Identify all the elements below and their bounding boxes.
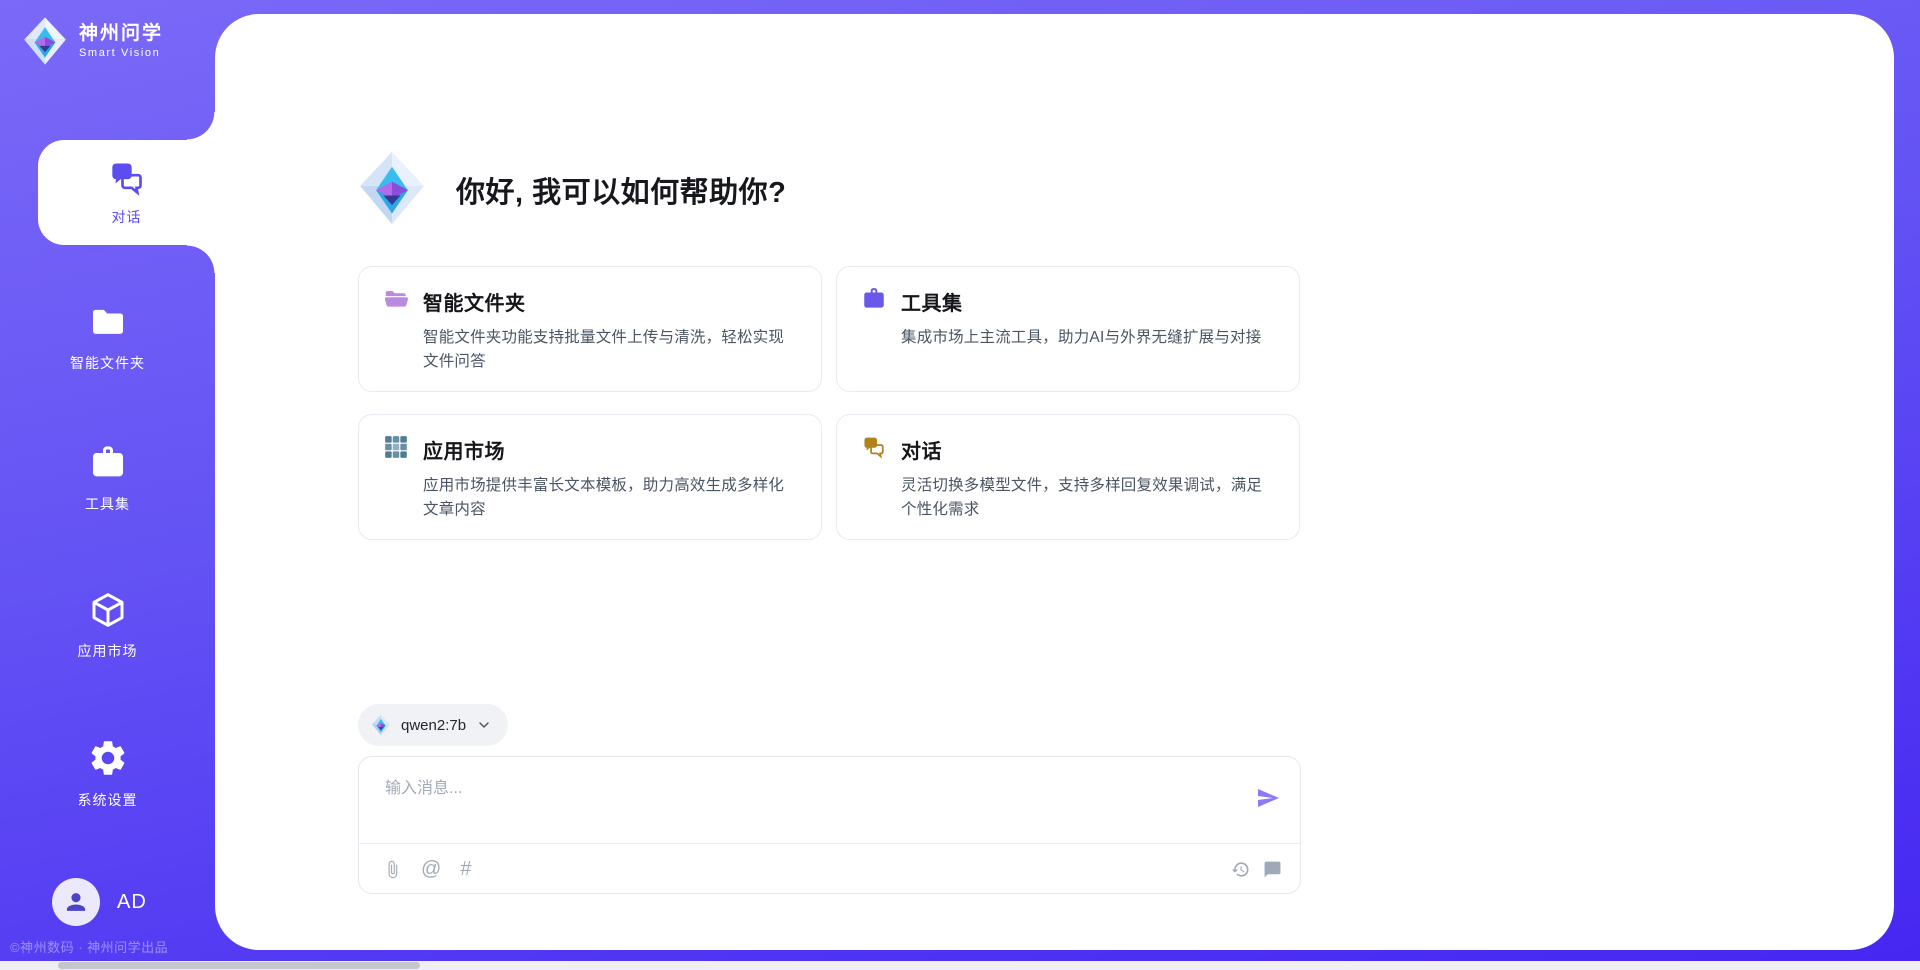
sidebar-item-label: 对话: [112, 207, 142, 227]
sidebar-item-label: 工具集: [85, 494, 130, 514]
folder-open-icon: [383, 286, 409, 317]
sidebar-item-smart-folder[interactable]: 智能文件夹: [0, 302, 215, 373]
card-description: 灵活切换多模型文件，支持多样回复效果调试，满足个性化需求: [901, 474, 1275, 522]
paperclip-icon[interactable]: [383, 860, 402, 879]
briefcase-icon: [88, 443, 128, 483]
app-logo-icon: [358, 144, 426, 237]
app-window: 神州问学 Smart Vision 对话 智能文件夹: [0, 0, 1920, 970]
app-logo: 神州问学 Smart Vision: [22, 16, 163, 66]
card-title: 工具集: [901, 287, 963, 316]
chat-bubble-icon[interactable]: [1263, 860, 1282, 879]
sidebar-item-app-market[interactable]: 应用市场: [0, 590, 215, 661]
greeting-title: 你好, 我可以如何帮助你?: [456, 169, 786, 211]
card-toolset[interactable]: 工具集 集成市场上主流工具，助力AI与外界无缝扩展与对接: [836, 266, 1300, 392]
folder-icon: [88, 302, 128, 342]
card-smart-folder[interactable]: 智能文件夹 智能文件夹功能支持批量文件上传与清洗，轻松实现文件问答: [358, 266, 822, 392]
sidebar-item-label: 应用市场: [78, 641, 138, 661]
history-icon[interactable]: [1231, 860, 1250, 879]
brand-diamond-icon: [22, 16, 68, 66]
card-app-market[interactable]: 应用市场 应用市场提供丰富长文本模板，助力高效生成多样化文章内容: [358, 414, 822, 540]
sidebar-item-chat[interactable]: 对话: [38, 140, 215, 245]
at-icon[interactable]: @: [421, 859, 441, 879]
sidebar-item-label: 系统设置: [78, 790, 138, 810]
greeting-block: 你好, 我可以如何帮助你?: [358, 146, 1301, 234]
card-description: 应用市场提供丰富长文本模板，助力高效生成多样化文章内容: [423, 474, 797, 522]
app-name: 神州问学: [79, 23, 163, 45]
card-title: 对话: [901, 435, 942, 464]
avatar: [52, 878, 100, 926]
message-composer: @ #: [358, 756, 1301, 894]
chat-icon: [107, 158, 147, 198]
sidebar-item-label: 智能文件夹: [70, 353, 145, 373]
main-content: 你好, 我可以如何帮助你? 智能文件夹 智能文件夹功能支持批量文件上传与清洗，轻…: [358, 146, 1301, 894]
model-name: qwen2:7b: [401, 717, 466, 734]
brand-text: 神州问学 Smart Vision: [79, 23, 163, 59]
sidebar-item-toolset[interactable]: 工具集: [0, 443, 215, 514]
briefcase-icon: [861, 286, 887, 317]
card-title: 智能文件夹: [423, 287, 526, 316]
gear-icon: [87, 737, 129, 779]
composer-toolbar: @ #: [383, 844, 1282, 894]
grid-icon: [383, 434, 409, 465]
message-input[interactable]: [383, 772, 1233, 834]
person-icon: [63, 889, 89, 915]
card-description: 集成市场上主流工具，助力AI与外界无缝扩展与对接: [901, 326, 1275, 350]
chat-icon: [861, 434, 887, 465]
model-selector[interactable]: qwen2:7b: [358, 704, 508, 746]
cube-icon: [88, 590, 128, 630]
chevron-down-icon: [476, 717, 492, 733]
user-name: AD: [117, 891, 147, 914]
user-profile[interactable]: AD: [52, 878, 147, 926]
hash-icon[interactable]: #: [460, 859, 471, 879]
scrollbar-thumb[interactable]: [58, 962, 420, 969]
horizontal-scrollbar[interactable]: [0, 961, 1920, 970]
card-title: 应用市场: [423, 435, 505, 464]
card-description: 智能文件夹功能支持批量文件上传与清洗，轻松实现文件问答: [423, 326, 797, 374]
card-chat[interactable]: 对话 灵活切换多模型文件，支持多样回复效果调试，满足个性化需求: [836, 414, 1300, 540]
send-icon[interactable]: [1256, 786, 1280, 810]
copyright-text: ©神州数码 · 神州问学出品: [10, 937, 168, 956]
model-logo-icon: [371, 714, 391, 736]
app-subtitle: Smart Vision: [79, 47, 163, 59]
sidebar-item-settings[interactable]: 系统设置: [0, 737, 215, 810]
sidebar: 神州问学 Smart Vision 对话 智能文件夹: [0, 0, 215, 970]
feature-cards: 智能文件夹 智能文件夹功能支持批量文件上传与清洗，轻松实现文件问答 工具集 集成…: [358, 266, 1301, 540]
